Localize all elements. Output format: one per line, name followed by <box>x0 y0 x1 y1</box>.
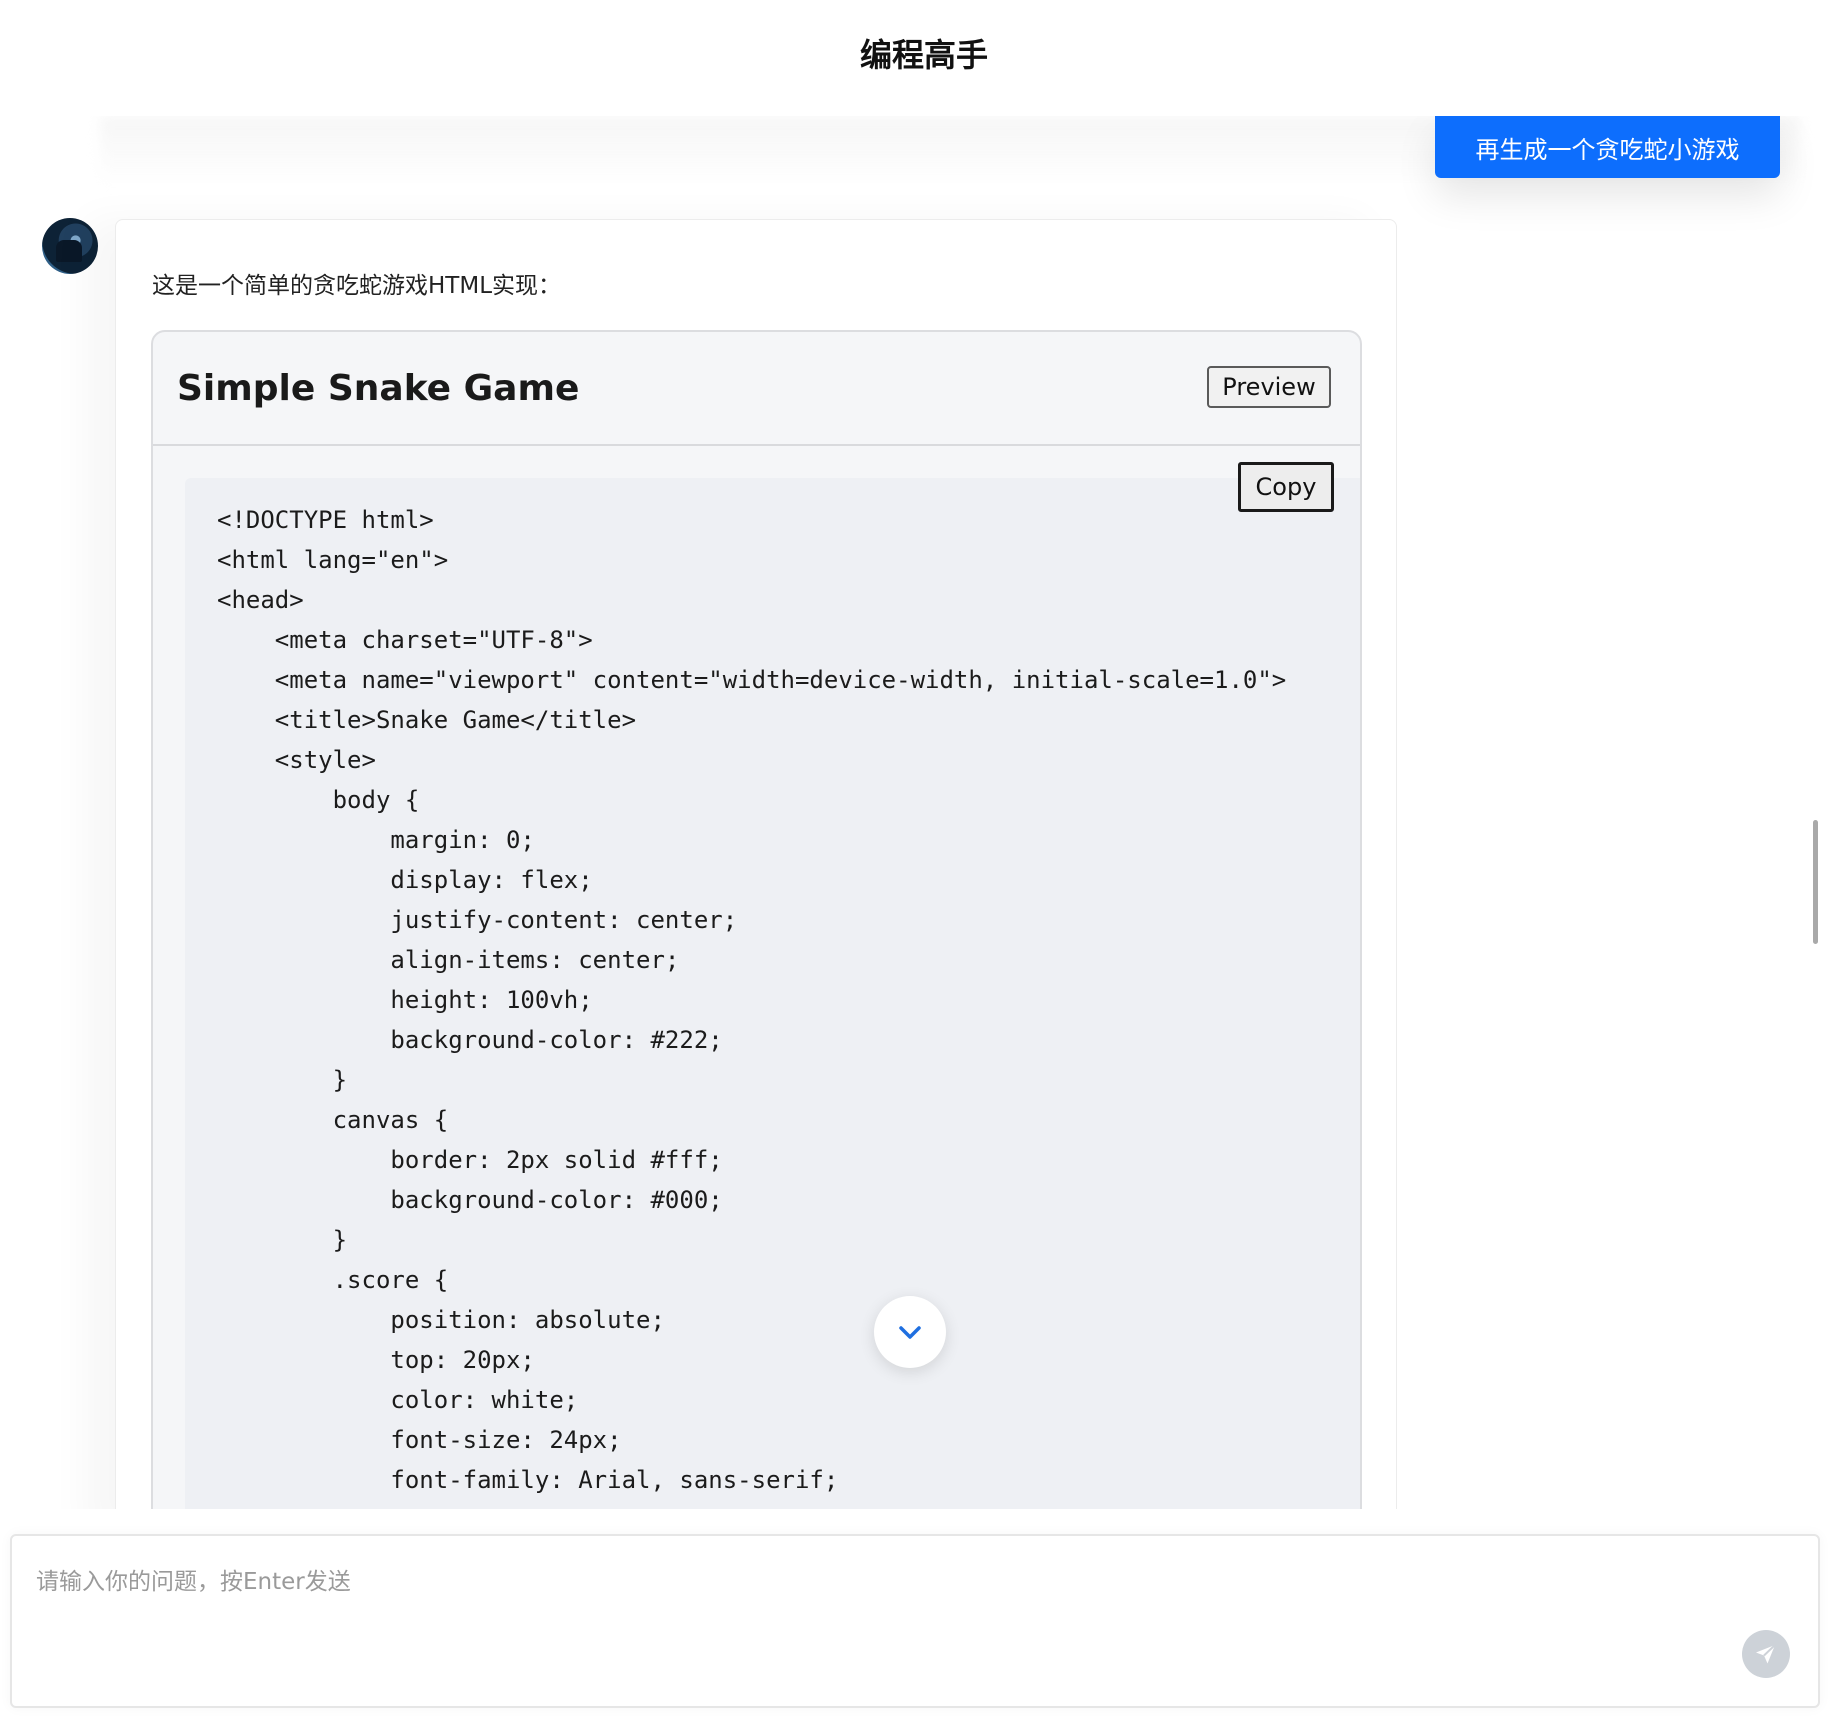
code-line: <head> <box>217 586 304 614</box>
preview-button[interactable]: Preview <box>1207 366 1331 408</box>
assistant-intro-text: 这是一个简单的贪吃蛇游戏HTML实现： <box>152 273 562 299</box>
code-line: position: absolute; <box>217 1306 665 1334</box>
code-line: margin: 0; <box>217 826 535 854</box>
page-title: 编程高手 <box>859 36 988 74</box>
send-button[interactable] <box>1742 1630 1790 1678</box>
message-input[interactable] <box>36 1562 1676 1682</box>
code-line: <title>Snake Game</title> <box>217 706 637 734</box>
code-line: canvas { <box>217 1106 449 1134</box>
code-line: .score { <box>217 1266 449 1294</box>
code-line: font-size: 24px; <box>217 1426 622 1454</box>
user-message-text: 再生成一个贪吃蛇小游戏 <box>1475 135 1740 164</box>
code-block[interactable]: <!DOCTYPE html> <html lang="en"> <head> <m… <box>185 478 1360 1509</box>
code-line: color: white; <box>217 1386 579 1414</box>
scrollbar-thumb[interactable] <box>1813 820 1818 944</box>
code-line: display: flex; <box>217 866 593 894</box>
code-line: <!DOCTYPE html> <box>217 506 434 534</box>
code-line: justify-content: center; <box>217 906 738 934</box>
send-icon <box>1756 1644 1776 1664</box>
code-line: border: 2px solid #fff; <box>217 1146 723 1174</box>
copy-button[interactable]: Copy <box>1238 462 1334 512</box>
assistant-message: 这是一个简单的贪吃蛇游戏HTML实现： Simple Snake Game Pr… <box>115 219 1397 1509</box>
code-line: font-family: Arial, sans-serif; <box>217 1466 839 1494</box>
scroll-to-bottom-button[interactable] <box>874 1296 946 1368</box>
chevron-down-icon <box>899 1326 921 1339</box>
code-artifact-card: Simple Snake Game Preview Copy <!DOCTYPE… <box>151 330 1362 1509</box>
code-line: body { <box>217 786 420 814</box>
code-line: <html lang="en"> <box>217 546 449 574</box>
code-line: background-color: #000; <box>217 1186 723 1214</box>
code-line: top: 20px; <box>217 1346 535 1374</box>
code-card-title: Simple Snake Game <box>177 368 580 409</box>
assistant-avatar <box>42 218 98 274</box>
code-line: <meta name="viewport" content="width=dev… <box>217 666 1287 694</box>
message-input-box <box>10 1534 1820 1708</box>
user-message-bubble: 再生成一个贪吃蛇小游戏 <box>1435 116 1780 178</box>
code-line: } <box>217 1066 348 1094</box>
code-line: align-items: center; <box>217 946 680 974</box>
code-lines: <!DOCTYPE html> <html lang="en"> <head> <m… <box>217 500 1286 1500</box>
code-line: <style> <box>217 746 376 774</box>
chat-page: 编程高手 再生成一个贪吃蛇小游戏 这是一个简单的贪吃蛇游戏HTML实现： Sim… <box>0 0 1848 1722</box>
code-line: } <box>217 1226 348 1254</box>
code-line: background-color: #222; <box>217 1026 723 1054</box>
code-line: <meta charset="UTF-8"> <box>217 626 593 654</box>
code-line: height: 100vh; <box>217 986 593 1014</box>
code-card-header: Simple Snake Game Preview <box>153 332 1360 446</box>
